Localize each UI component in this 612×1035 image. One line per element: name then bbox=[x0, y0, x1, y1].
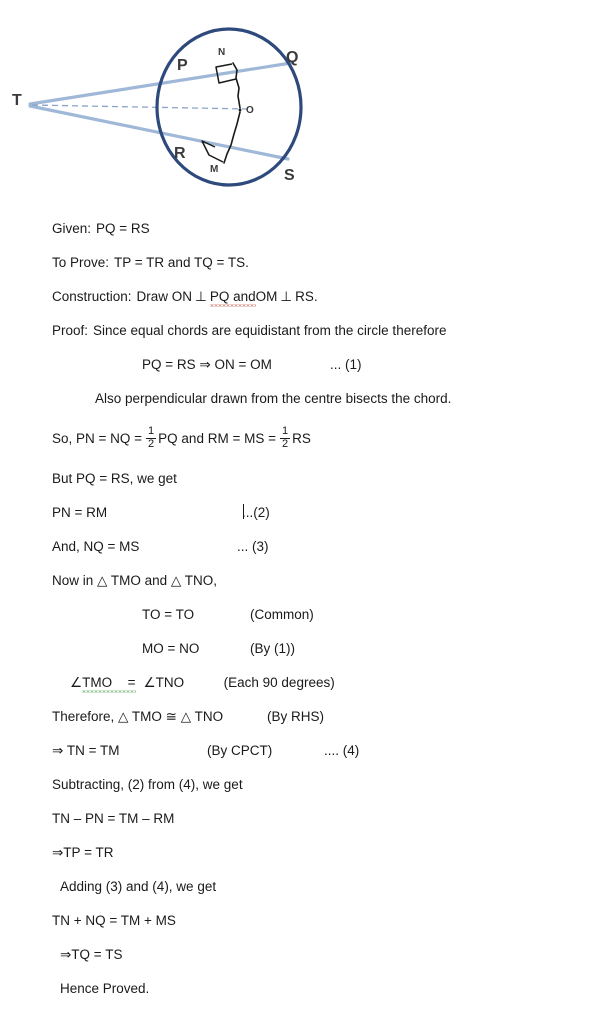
equation-1-ref: ... (1) bbox=[330, 356, 362, 372]
line-proof-intro: Proof: Since equal chords are equidistan… bbox=[0, 314, 612, 348]
proof-intro-text: Since equal chords are equidistant from … bbox=[93, 322, 447, 338]
fraction-numerator-a: 1 bbox=[148, 424, 155, 437]
given-label: Given: bbox=[52, 220, 92, 236]
fraction-denominator-b: 2 bbox=[279, 437, 291, 450]
also-perpendicular-text: Also perpendicular drawn from the centre… bbox=[95, 390, 452, 406]
congruence-3-reason: (Each 90 degrees) bbox=[223, 674, 335, 690]
congruence-2-text: MO = NO bbox=[142, 640, 200, 656]
line-equation-3: And, NQ = MS ... (3) bbox=[0, 530, 612, 564]
equation-4-ref: .... (4) bbox=[324, 742, 360, 758]
now-in-text: Now in △ TMO and △ TNO, bbox=[52, 572, 218, 588]
subtract-equation-text: TN – PN = TM – RM bbox=[52, 810, 175, 826]
congruence-3-angle-a: TMO bbox=[82, 674, 113, 690]
line-subtract-equation: TN – PN = TM – RM bbox=[0, 802, 612, 836]
construction-label: Construction: bbox=[52, 288, 132, 304]
line-equation-4: ⇒ TN = TM (By CPCT) .... (4) bbox=[0, 734, 612, 768]
so-prefix-text: So, PN = NQ = bbox=[52, 430, 143, 446]
line-but-pq-rs: But PQ = RS, we get bbox=[0, 462, 612, 496]
construction-part-e: RS. bbox=[295, 288, 318, 304]
therefore-reason: (By RHS) bbox=[267, 708, 324, 724]
hence-proved-text: Hence Proved. bbox=[60, 980, 150, 996]
line-adding: Adding (3) and (4), we get bbox=[0, 870, 612, 904]
fraction-one-half-b: 1 2 bbox=[279, 424, 291, 450]
congruence-3-misspell-group: TMO = bbox=[82, 674, 136, 694]
equation-1-text: PQ = RS ⇒ ON = OM bbox=[142, 356, 272, 372]
line-subtracting: Subtracting, (2) from (4), we get bbox=[0, 768, 612, 802]
fraction-denominator-a: 2 bbox=[146, 437, 157, 450]
congruence-3-equals: = bbox=[127, 674, 136, 690]
line-equation-1: PQ = RS ⇒ ON = OM ... (1) bbox=[0, 348, 612, 382]
equation-4-text: ⇒ TN = TM bbox=[52, 742, 120, 758]
equation-3-text: And, NQ = MS bbox=[52, 538, 140, 554]
figure-label-r: R bbox=[174, 145, 186, 162]
angle-icon-1: ∠ bbox=[70, 674, 83, 691]
to-prove-label: To Prove: bbox=[52, 254, 110, 270]
figure-label-q: Q bbox=[286, 49, 299, 66]
equation-2-text: PN = RM bbox=[52, 504, 108, 520]
figure-label-s: S bbox=[284, 167, 295, 184]
line-congruence-3: ∠ TMO = ∠ TNO (Each 90 degrees) bbox=[0, 666, 612, 700]
equation-2-ref: ...(2) bbox=[242, 504, 270, 520]
fraction-one-half-a: 1 2 bbox=[146, 424, 157, 450]
proof-text-body: Given: PQ = RS To Prove: TP = TR and TQ … bbox=[0, 212, 612, 1006]
segment-om bbox=[223, 111, 241, 164]
figure-label-n: N bbox=[218, 47, 226, 58]
figure-label-t: T bbox=[12, 92, 22, 109]
geometry-figure: T P Q R S N M O bbox=[0, 0, 612, 212]
line-now-in-triangles: Now in △ TMO and △ TNO, bbox=[0, 564, 612, 598]
proof-label: Proof: bbox=[52, 322, 89, 338]
construction-part-d: OM bbox=[255, 288, 278, 304]
perpendicular-icon-1: ⊥ bbox=[195, 288, 207, 305]
line-therefore-congruent: Therefore, △ TMO ≅ △ TNO (By RHS) bbox=[0, 700, 612, 734]
line-hence-proved: Hence Proved. bbox=[0, 972, 612, 1006]
to-prove-value: TP = TR and TQ = TS. bbox=[114, 254, 249, 270]
congruence-1-reason: (Common) bbox=[250, 606, 314, 622]
figure-label-o: O bbox=[246, 105, 254, 116]
perpendicular-icon-2: ⊥ bbox=[280, 288, 293, 305]
so-suffix-text: RS bbox=[292, 430, 311, 446]
angle-icon-2: ∠ bbox=[143, 674, 156, 691]
subtracting-text: Subtracting, (2) from (4), we get bbox=[52, 776, 243, 792]
line-congruence-1: TO = TO (Common) bbox=[0, 598, 612, 632]
add-equation-text: TN + NQ = TM + MS bbox=[52, 912, 176, 928]
line-also-perpendicular: Also perpendicular drawn from the centre… bbox=[0, 382, 612, 416]
line-add-equation: TN + NQ = TM + MS bbox=[0, 904, 612, 938]
figure-label-m: M bbox=[210, 164, 219, 175]
congruence-1-text: TO = TO bbox=[142, 606, 195, 622]
subtract-result-text: ⇒TP = TR bbox=[52, 844, 114, 860]
construction-part-c: and bbox=[233, 288, 256, 304]
line-equation-2: PN = RM ...(2) bbox=[0, 496, 612, 530]
adding-text: Adding (3) and (4), we get bbox=[60, 878, 217, 894]
construction-part-b: PQ bbox=[209, 288, 230, 304]
equation-3-ref: ... (3) bbox=[237, 538, 269, 554]
circle-chords-diagram bbox=[28, 27, 303, 187]
line-bisect-fractions: So, PN = NQ = 1 2 PQ and RM = MS = 1 2 R… bbox=[0, 416, 612, 462]
equation-4-reason: (By CPCT) bbox=[207, 742, 273, 758]
line-subtract-result: ⇒TP = TR bbox=[0, 836, 612, 870]
line-congruence-2: MO = NO (By (1)) bbox=[0, 632, 612, 666]
figure-label-p: P bbox=[177, 57, 188, 74]
centre-point-o bbox=[238, 108, 242, 112]
congruence-2-reason: (By (1)) bbox=[250, 640, 295, 656]
fraction-numerator-b: 1 bbox=[281, 424, 289, 437]
equation-2-ref-with-caret: ...(2) bbox=[242, 503, 270, 522]
dashed-axis-line-to bbox=[31, 104, 248, 110]
line-add-result: ⇒TQ = TS bbox=[0, 938, 612, 972]
line-construction: Construction: Draw ON ⊥ PQ and OM ⊥ RS. bbox=[0, 280, 612, 314]
but-text: But PQ = RS, we get bbox=[52, 470, 177, 486]
so-middle-text: PQ and RM = MS = bbox=[158, 430, 276, 446]
congruence-3-angle-b: TNO bbox=[155, 674, 185, 690]
construction-part-a: Draw ON bbox=[136, 288, 193, 304]
construction-misspell-group: PQ and bbox=[209, 288, 256, 308]
line-given: Given: PQ = RS bbox=[0, 212, 612, 246]
given-value: PQ = RS bbox=[96, 220, 150, 236]
add-result-text: ⇒TQ = TS bbox=[60, 946, 123, 962]
therefore-text: Therefore, △ TMO ≅ △ TNO bbox=[52, 708, 224, 724]
line-to-prove: To Prove: TP = TR and TQ = TS. bbox=[0, 246, 612, 280]
